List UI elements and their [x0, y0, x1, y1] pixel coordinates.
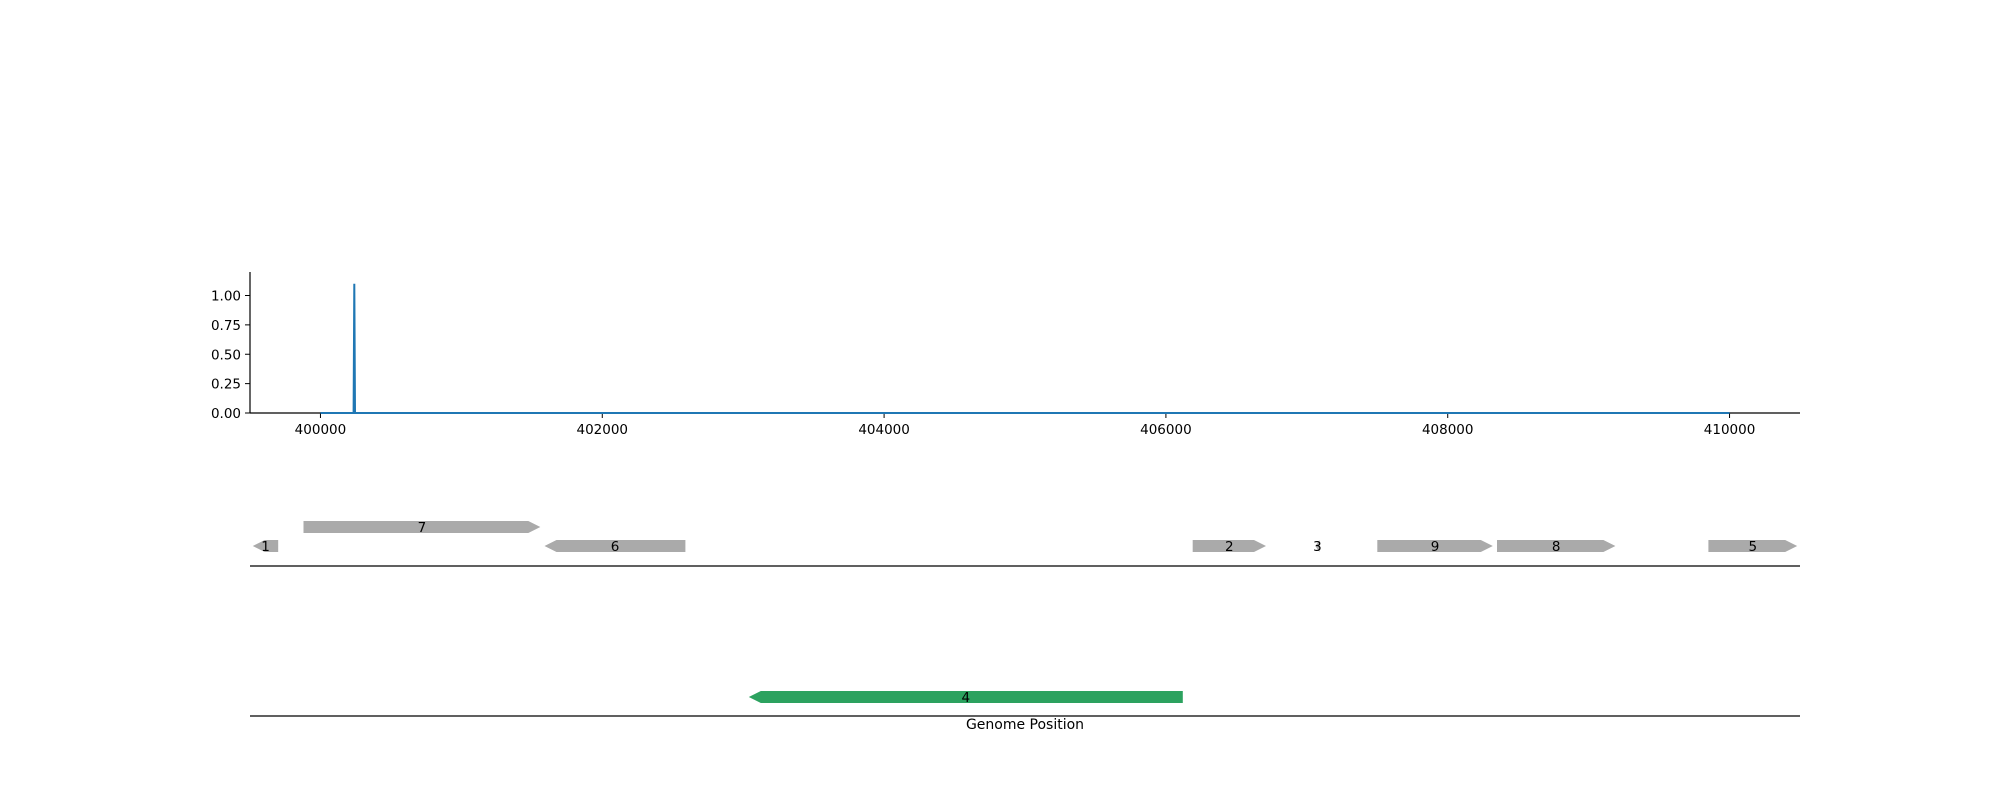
y-tick-label: 0.00 — [211, 406, 241, 422]
x-tick-label: 402000 — [576, 422, 628, 438]
gene-label-1: 1 — [261, 539, 270, 555]
x-tick-label: 408000 — [1422, 422, 1474, 438]
gene-label-7: 7 — [418, 520, 427, 536]
gene-label-2: 2 — [1225, 539, 1234, 555]
gene-label-6: 6 — [611, 539, 620, 555]
y-tick-label: 0.50 — [211, 347, 241, 363]
gene-label-9: 9 — [1431, 539, 1440, 555]
y-tick-label: 0.25 — [211, 377, 241, 393]
y-tick-label: 0.75 — [211, 318, 241, 334]
coverage-plot: 400000 402000 404000 406000 408000 410000 0.00… — [211, 272, 1800, 438]
x-tick-label: 406000 — [1140, 422, 1192, 438]
genome-figure: 400000 402000 404000 406000 408000 410000 0.00… — [211, 272, 1800, 733]
x-tick-label: 404000 — [858, 422, 910, 438]
x-axis-title: Genome Position — [966, 717, 1084, 733]
coverage-series — [320, 283, 1730, 414]
gene-track-upper: 1 7 6 2 3 9 8 5 — [250, 520, 1800, 567]
coverage-line — [320, 283, 1730, 414]
y-tick-label: 1.00 — [211, 289, 241, 305]
gene-label-3: 3 — [1313, 539, 1322, 555]
x-tick-label: 410000 — [1704, 422, 1756, 438]
gene-label-4: 4 — [962, 690, 971, 706]
x-tick-label: 400000 — [295, 422, 347, 438]
gene-label-8: 8 — [1552, 539, 1561, 555]
gene-label-5: 5 — [1749, 539, 1758, 555]
gene-track-lower: 4 — [250, 690, 1800, 717]
